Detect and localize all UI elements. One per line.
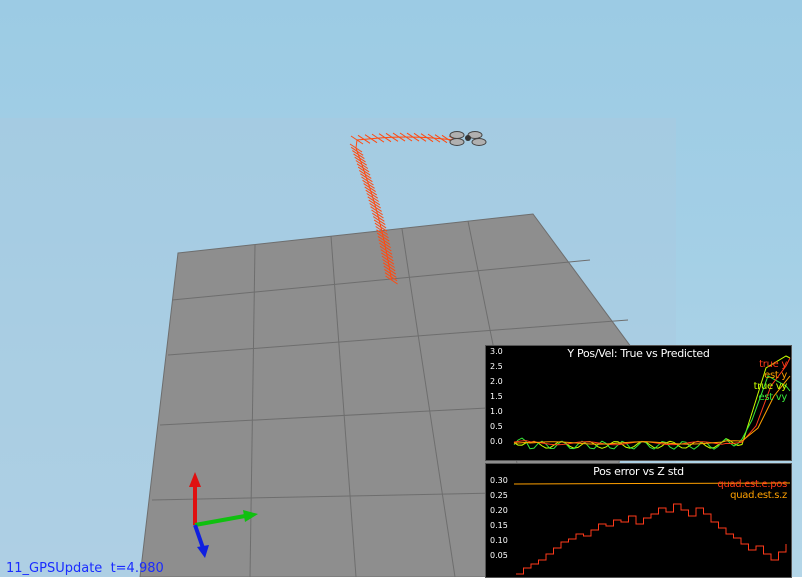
plot-title: Y Pos/Vel: True vs Predicted	[567, 347, 710, 360]
legend-z-std: quad.est.s.z	[730, 490, 787, 501]
y-tick: 0.25	[490, 491, 508, 500]
legend-est-y: est y	[764, 370, 787, 381]
y-tick: 0.0	[490, 437, 503, 446]
y-tick: 1.0	[490, 407, 503, 416]
trace-est-vy	[513, 375, 791, 450]
y-tick: 3.0	[490, 347, 503, 356]
sim-time: t=4.980	[110, 561, 164, 576]
plot-y-pos-vel[interactable]: Y Pos/Vel: True vs Predicted true y est …	[485, 345, 792, 461]
plot-title: Pos error vs Z std	[593, 465, 684, 478]
scenario-name: 11_GPSUpdate	[6, 561, 103, 576]
y-tick: 0.5	[490, 422, 503, 431]
plot-legend: true y est y true vy est vy	[753, 359, 788, 403]
trace-true-y	[513, 357, 791, 446]
y-tick: 0.05	[490, 551, 508, 560]
y-tick: 0.10	[490, 536, 508, 545]
y-tick: 2.5	[490, 362, 503, 371]
y-tick: 0.30	[490, 476, 508, 485]
scenario-status: 11_GPSUpdate t=4.980	[6, 561, 164, 576]
plot-pos-error[interactable]: Pos error vs Z std quad.est.e.pos quad.e…	[485, 463, 792, 578]
legend-true-y: true y	[759, 359, 787, 370]
legend-pos-error: quad.est.e.pos	[717, 479, 787, 490]
y-tick: 1.5	[490, 392, 503, 401]
legend-true-vy: true vy	[753, 381, 788, 392]
y-tick: 0.15	[490, 521, 508, 530]
plot-y-pos-vel-canvas	[513, 355, 791, 450]
plot-legend: quad.est.e.pos quad.est.s.z	[717, 479, 787, 501]
legend-est-vy: est vy	[758, 392, 788, 403]
trace-pos-error	[516, 503, 787, 575]
y-tick: 2.0	[490, 377, 503, 386]
y-tick: 0.20	[490, 506, 508, 515]
simulator-viewport[interactable]: Y Pos/Vel: True vs Predicted true y est …	[0, 0, 802, 578]
